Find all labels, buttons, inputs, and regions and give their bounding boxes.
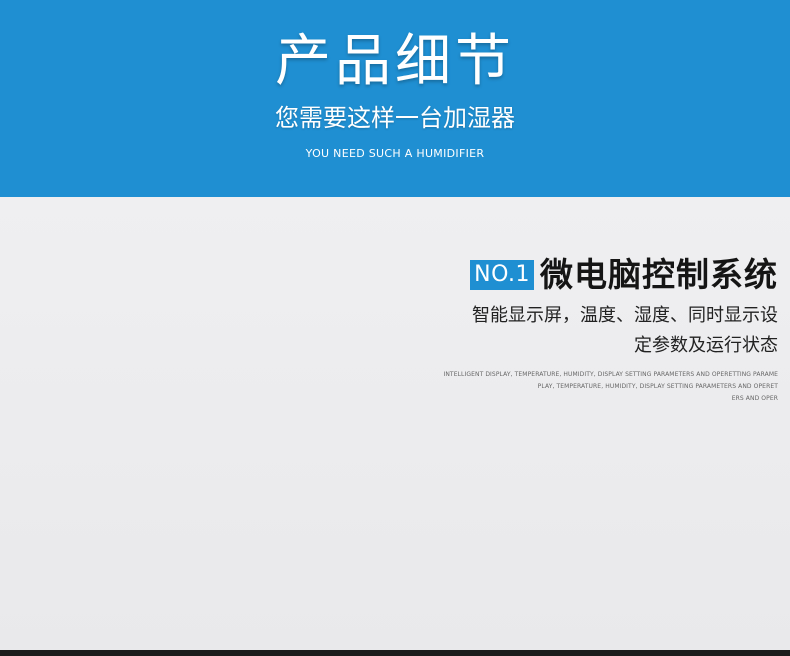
feature-heading: NO.1 微电脑控制系统 bbox=[418, 255, 778, 295]
banner-title: 产品细节 bbox=[275, 29, 515, 94]
feature-description: 智能显示屏，温度、湿度、同时显示设 定参数及运行状态 bbox=[418, 301, 778, 361]
feature-description-line-1: 智能显示屏，温度、湿度、同时显示设 bbox=[472, 305, 778, 326]
header-banner: 产品细节 您需要这样一台加湿器 YOU NEED SUCH A HUMIDIFI… bbox=[0, 0, 790, 197]
feature-block: NO.1 微电脑控制系统 智能显示屏，温度、湿度、同时显示设 定参数及运行状态 … bbox=[418, 255, 778, 405]
banner-english-subtitle: YOU NEED SUCH A HUMIDIFIER bbox=[305, 147, 485, 160]
feature-english-line-1: INTELLIGENT DISPLAY, TEMPERATURE, HUMIDI… bbox=[443, 371, 778, 378]
feature-english-description: INTELLIGENT DISPLAY, TEMPERATURE, HUMIDI… bbox=[418, 369, 778, 405]
feature-english-line-3: ERS AND OPER bbox=[731, 395, 778, 402]
bottom-bar bbox=[0, 650, 790, 656]
feature-title: 微电脑控制系统 bbox=[540, 255, 778, 294]
feature-number-badge: NO.1 bbox=[470, 260, 534, 290]
feature-description-line-2: 定参数及运行状态 bbox=[634, 335, 778, 356]
banner-subtitle: 您需要这样一台加湿器 bbox=[275, 104, 515, 132]
feature-english-line-2: PLAY, TEMPERATURE, HUMIDITY, DISPLAY SET… bbox=[537, 383, 778, 390]
